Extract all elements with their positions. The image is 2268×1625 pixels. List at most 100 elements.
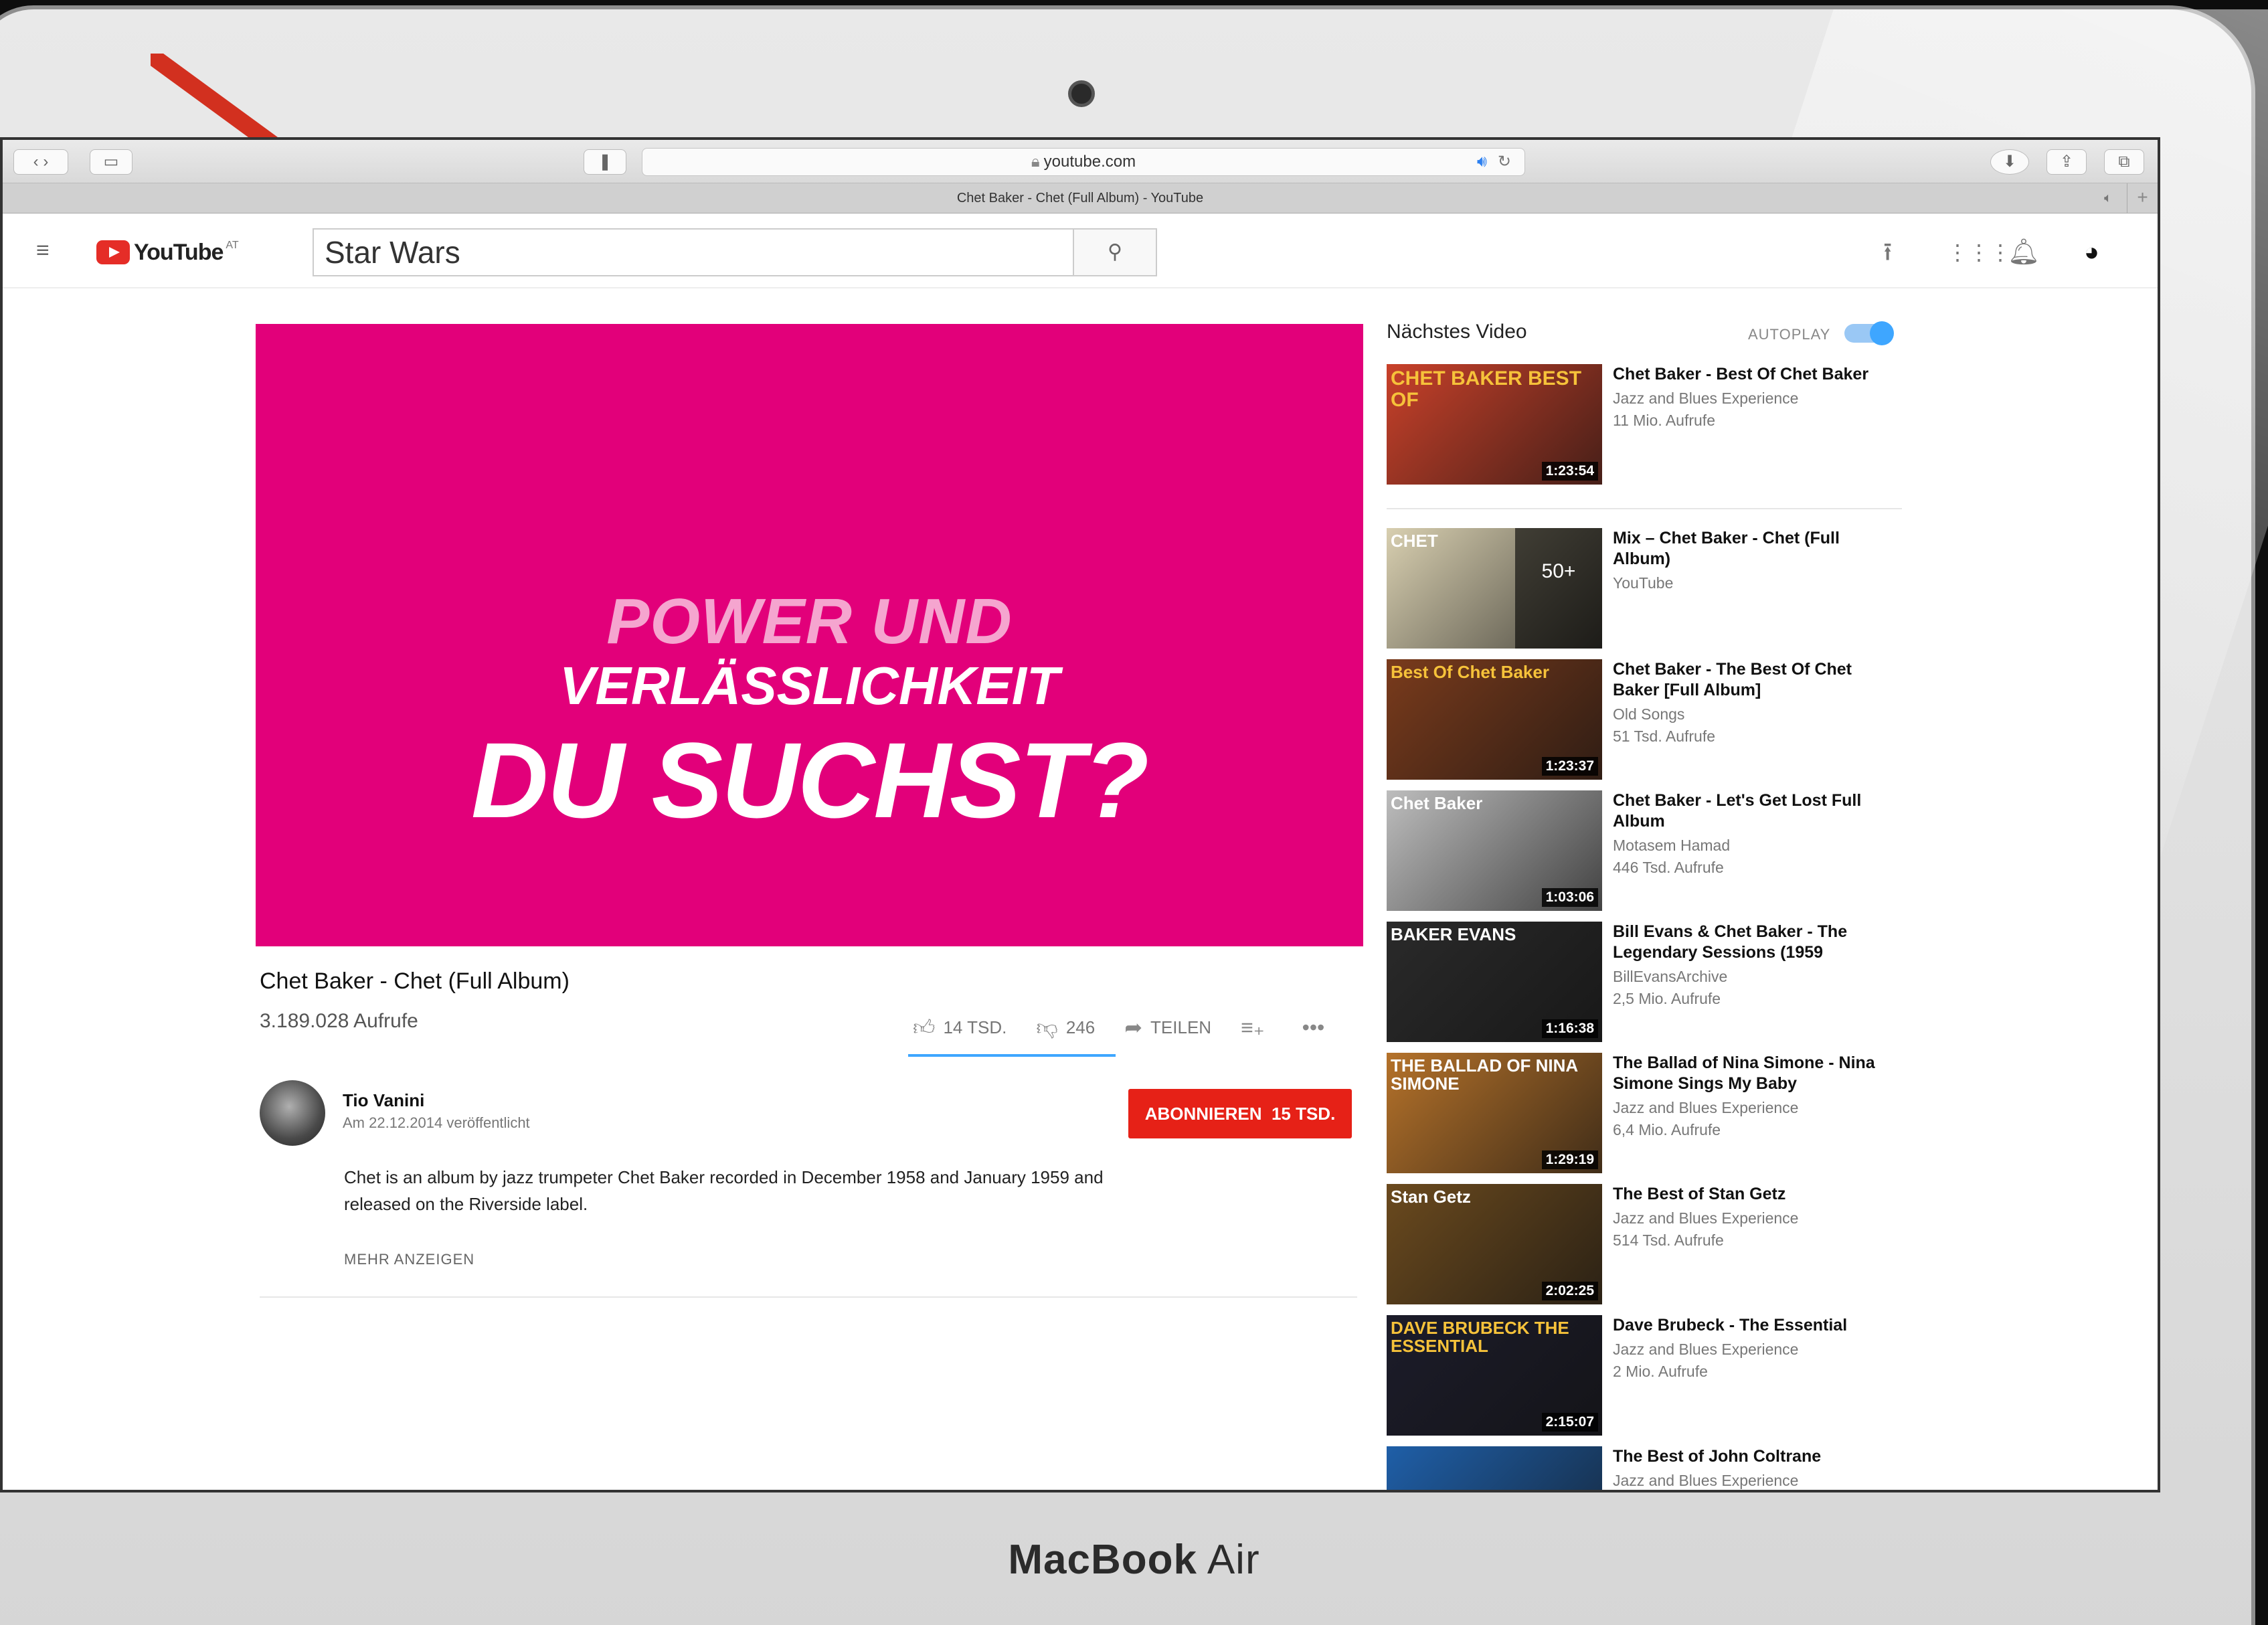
video-thumbnail[interactable]: CHET 50+: [1387, 528, 1602, 649]
video-duration: 2:15:07: [1541, 1413, 1598, 1432]
sound-icon[interactable]: 🔊︎: [1477, 149, 1487, 175]
menu-icon[interactable]: ≡: [36, 239, 50, 262]
notifications-bell-icon[interactable]: 🔔︎: [2008, 239, 2040, 266]
video-item-title[interactable]: Dave Brubeck - The Essential: [1613, 1315, 1901, 1336]
related-video-item[interactable]: Chet Baker 1:03:06 Chet Baker - Let's Get …: [1387, 790, 1902, 911]
share-icon[interactable]: ⇪: [2046, 149, 2087, 175]
video-title: Chet Baker - Chet (Full Album): [260, 968, 570, 994]
video-player[interactable]: POWER UND VERLÄSSLICHKEIT DU SUCHST?: [256, 324, 1363, 946]
video-thumbnail[interactable]: Best Of Chet Baker 1:23:37: [1387, 659, 1602, 780]
view-count: 3.189.028 Aufrufe: [260, 1010, 418, 1032]
subscriber-count: 15 TSD.: [1271, 1104, 1336, 1124]
address-bar[interactable]: 🔒︎ youtube.com 🔊︎ ↻: [642, 148, 1525, 176]
up-next-separator: [1387, 508, 1902, 509]
video-info: The Best of Stan Getz Jazz and Blues Expe…: [1613, 1184, 1901, 1251]
video-duration: 1:29:19: [1541, 1150, 1598, 1169]
video-thumbnail[interactable]: DAVE BRUBECK THE ESSENTIAL 2:15:07: [1387, 1315, 1602, 1436]
account-avatar-icon[interactable]: ◕: [2084, 239, 2099, 266]
video-item-title[interactable]: The Ballad of Nina Simone - Nina Simone …: [1613, 1053, 1901, 1094]
thumbnail-text: BAKER EVANS: [1391, 924, 1516, 944]
related-video-item[interactable]: BAKER EVANS 1:16:38 Bill Evans & Chet Bake…: [1387, 922, 1902, 1042]
autoplay-toggle[interactable]: [1844, 321, 1894, 345]
youtube-logo[interactable]: YouTube AT: [96, 236, 239, 269]
dislike-button[interactable]: 👎︎ 246: [1036, 1015, 1095, 1041]
apps-icon[interactable]: ⋮⋮⋮: [1947, 239, 2011, 266]
thumbnail-text: Stan Getz: [1391, 1187, 1471, 1207]
thumbnail-text: Chet Baker: [1391, 793, 1483, 813]
new-tab-icon[interactable]: +: [2127, 183, 2158, 213]
video-item-channel: Jazz and Blues Experience: [1613, 1099, 1799, 1116]
video-info: The Ballad of Nina Simone - Nina Simone …: [1613, 1053, 1901, 1140]
like-button[interactable]: 👍︎ 14 TSD.: [913, 1015, 1007, 1041]
more-actions-button[interactable]: •••: [1302, 1015, 1333, 1040]
related-video-item[interactable]: DAVE BRUBECK THE ESSENTIAL 2:15:07 Dave Br…: [1387, 1315, 1902, 1436]
video-item-channel: Jazz and Blues Experience: [1613, 1472, 1799, 1489]
video-info: Mix – Chet Baker - Chet (Full Album) YouT…: [1613, 528, 1901, 594]
logo-country: AT: [226, 240, 239, 251]
ad-line-2: VERLÄSSLICHKEIT: [559, 656, 1059, 715]
video-item-views: 6,4 Mio. Aufrufe: [1613, 1121, 1721, 1138]
video-item-title[interactable]: Chet Baker - The Best Of Chet Baker [Ful…: [1613, 659, 1901, 701]
video-item-title[interactable]: The Best of Stan Getz: [1613, 1184, 1901, 1205]
reload-icon[interactable]: ↻: [1498, 149, 1511, 175]
search-button[interactable]: ⚲: [1073, 228, 1157, 276]
video-thumbnail[interactable]: Stan Getz 2:02:25: [1387, 1184, 1602, 1304]
video-item-views: 2 Mio. Aufrufe: [1613, 1363, 1708, 1380]
video-description: Chet is an album by jazz trumpeter Chet …: [344, 1167, 1104, 1214]
tab-bar[interactable]: Chet Baker - Chet (Full Album) - YouTube…: [3, 183, 2158, 213]
video-item-channel: Old Songs: [1613, 705, 1685, 723]
device-brand: MacBook Air: [1008, 1537, 1260, 1583]
video-item-title[interactable]: Chet Baker - Let's Get Lost Full Album: [1613, 790, 1901, 832]
youtube-play-icon: [96, 240, 130, 264]
playlist-add-icon: ≡₊: [1241, 1015, 1265, 1039]
sidebar-toggle-icon[interactable]: ▭: [90, 149, 133, 175]
video-actions: 👍︎ 14 TSD. 👎︎ 246 ➦ TEILEN ≡₊ •••: [913, 1014, 1362, 1041]
add-to-playlist-button[interactable]: ≡₊: [1241, 1015, 1273, 1040]
related-video-item[interactable]: THE BALLAD OF NINA SIMONE 1:29:19 The Ball…: [1387, 1053, 1902, 1173]
subscribe-button[interactable]: ABONNIEREN 15 TSD.: [1128, 1089, 1352, 1138]
playlist-count: 50+: [1515, 528, 1602, 649]
video-item-title[interactable]: Bill Evans & Chet Baker - The Legendary …: [1613, 922, 1901, 963]
thumbnail-text: DAVE BRUBECK THE ESSENTIAL: [1391, 1318, 1569, 1357]
video-item-views: 51 Tsd. Aufrufe: [1613, 728, 1716, 745]
upload-icon[interactable]: ⭱: [1883, 239, 1892, 266]
related-video-item[interactable]: CHET 50+ Mix – Chet Baker - Chet (Full Alb…: [1387, 528, 1902, 649]
thumbs-up-icon: 👍︎: [913, 1015, 936, 1039]
thumbnail-text: CHET BAKER BEST OF: [1391, 367, 1582, 411]
video-item-title[interactable]: Chet Baker - Best Of Chet Baker: [1613, 364, 1901, 385]
share-button[interactable]: ➦ TEILEN: [1124, 1015, 1211, 1040]
divider: [260, 1296, 1357, 1298]
show-more-link[interactable]: MEHR ANZEIGEN: [344, 1251, 474, 1268]
tabs-overview-icon[interactable]: ⧉: [2104, 149, 2144, 175]
ad-line-3: DU SUCHST?: [470, 720, 1149, 840]
video-thumbnail[interactable]: Chet Baker 1:03:06: [1387, 790, 1602, 911]
more-icon: •••: [1302, 1015, 1325, 1039]
video-thumbnail[interactable]: CHET BAKER BEST OF 1:23:54: [1387, 364, 1602, 485]
related-video-item[interactable]: The Best of John Coltrane Jazz and Blues …: [1387, 1446, 1902, 1490]
share-label: TEILEN: [1150, 1017, 1212, 1037]
related-video-item[interactable]: CHET BAKER BEST OF 1:23:54 Chet Baker - Be…: [1387, 364, 1902, 485]
video-item-title[interactable]: Mix – Chet Baker - Chet (Full Album): [1613, 528, 1901, 570]
extension-icon[interactable]: ❚: [584, 149, 626, 175]
next-video-label: Nächstes Video: [1387, 321, 1527, 343]
video-item-channel: Jazz and Blues Experience: [1613, 1341, 1799, 1358]
tab-title[interactable]: Chet Baker - Chet (Full Album) - YouTube: [957, 191, 1203, 205]
lock-icon: 🔒︎: [1031, 153, 1040, 171]
back-forward-buttons[interactable]: ‹ ›: [13, 149, 68, 175]
channel-avatar[interactable]: [260, 1080, 325, 1146]
video-item-views: 446 Tsd. Aufrufe: [1613, 859, 1724, 876]
video-info: Bill Evans & Chet Baker - The Legendary …: [1613, 922, 1901, 1009]
video-item-title[interactable]: The Best of John Coltrane: [1613, 1446, 1901, 1467]
thumbnail-text: CHET: [1391, 531, 1438, 551]
video-thumbnail[interactable]: BAKER EVANS 1:16:38: [1387, 922, 1602, 1042]
related-video-item[interactable]: Best Of Chet Baker 1:23:37 Chet Baker - Th…: [1387, 659, 1902, 780]
video-info: Chet Baker - The Best Of Chet Baker [Ful…: [1613, 659, 1901, 747]
thumbnail-text: THE BALLAD OF NINA SIMONE: [1391, 1055, 1578, 1094]
search-input[interactable]: [314, 230, 1071, 275]
video-thumbnail[interactable]: [1387, 1446, 1602, 1490]
tab-sound-icon[interactable]: 🔈︎: [2104, 183, 2112, 213]
video-thumbnail[interactable]: THE BALLAD OF NINA SIMONE 1:29:19: [1387, 1053, 1602, 1173]
related-video-item[interactable]: Stan Getz 2:02:25 The Best of Stan Getz Jaz…: [1387, 1184, 1902, 1304]
channel-name[interactable]: Tio Vanini: [343, 1090, 424, 1111]
downloads-icon[interactable]: ⬇: [1990, 149, 2029, 175]
